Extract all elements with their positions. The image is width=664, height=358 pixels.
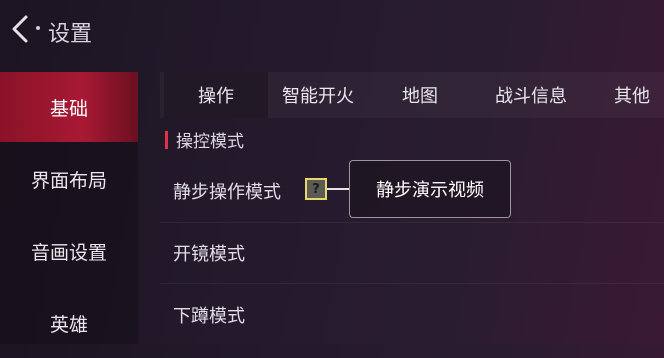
tooltip-connector xyxy=(327,188,349,190)
section-title: 操控模式 xyxy=(176,132,244,152)
sidebar: 基础 界面布局 音画设置 英雄 xyxy=(0,72,138,344)
row-divider xyxy=(160,222,664,223)
back-arrow-icon[interactable] xyxy=(6,14,36,44)
row-label-crouch-mode: 下蹲模式 xyxy=(173,306,245,327)
tooltip-quiet-step-video[interactable]: 静步演示视频 xyxy=(349,160,511,218)
row-label-quiet-step-mode: 静步操作模式 xyxy=(173,182,281,203)
sidebar-item-hero[interactable]: 英雄 xyxy=(0,288,138,358)
tab-map[interactable]: 地图 xyxy=(380,72,460,118)
separator-dot-icon xyxy=(36,26,40,30)
tab-smart-fire[interactable]: 智能开火 xyxy=(268,72,368,118)
tab-other[interactable]: 其他 xyxy=(600,72,664,118)
sidebar-item-audio-video[interactable]: 音画设置 xyxy=(0,216,138,286)
tab-operation[interactable]: 操作 xyxy=(164,72,268,118)
tab-bar: 操作 智能开火 地图 战斗信息 其他 xyxy=(160,72,664,118)
page-title: 设置 xyxy=(48,22,93,47)
sidebar-item-layout[interactable]: 界面布局 xyxy=(0,144,138,214)
top-bar: 设置 xyxy=(0,0,664,62)
row-divider xyxy=(160,283,664,284)
section-marker xyxy=(165,131,168,149)
tab-combat-info[interactable]: 战斗信息 xyxy=(476,72,586,118)
sidebar-item-basic[interactable]: 基础 xyxy=(0,72,138,142)
row-label-scope-mode: 开镜模式 xyxy=(173,244,245,265)
help-question-icon[interactable]: ? xyxy=(305,178,327,200)
